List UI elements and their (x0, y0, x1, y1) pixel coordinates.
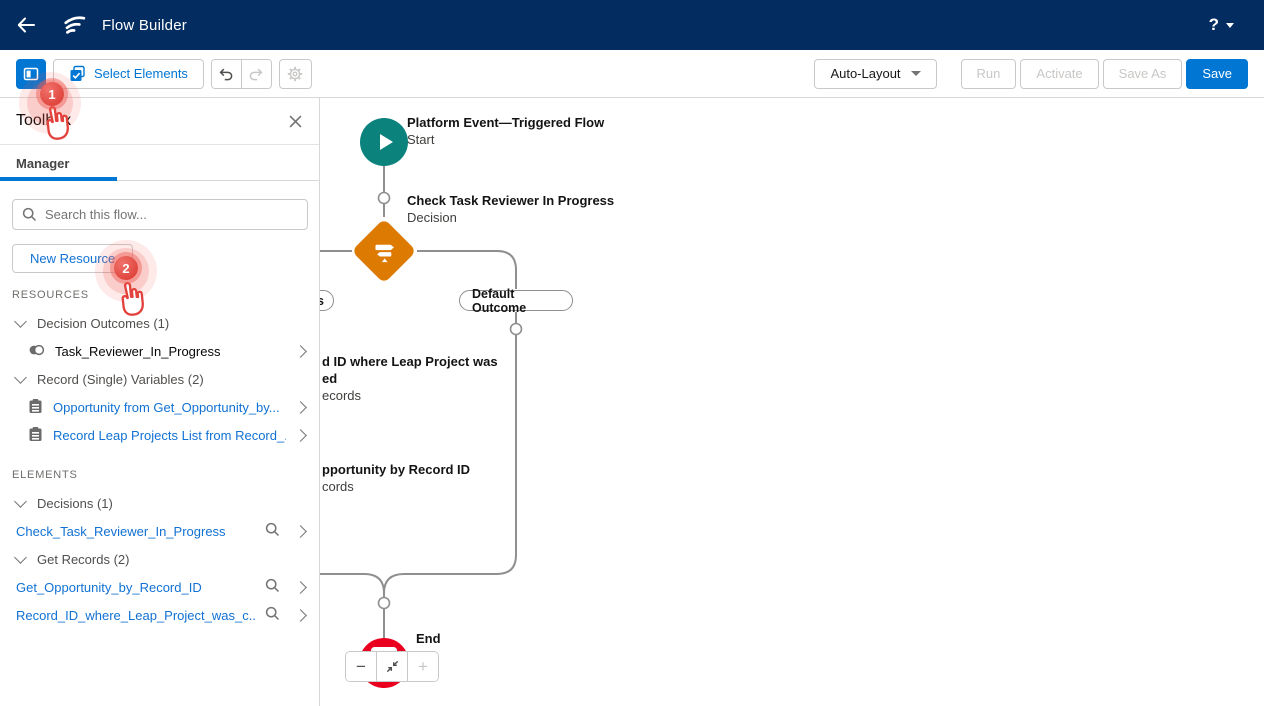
toolbox-header: Toolbox (0, 98, 319, 145)
group-get-records[interactable]: Get Records (2) (0, 545, 319, 573)
panel-icon (23, 66, 39, 82)
search-wrap (12, 199, 307, 230)
flow-builder-logo-icon (62, 13, 87, 38)
select-elements-button[interactable]: Select Elements (53, 59, 204, 89)
elements-heading: ELEMENTS (12, 469, 319, 481)
save-button[interactable]: Save (1186, 59, 1248, 89)
undo-button[interactable] (212, 60, 241, 88)
get-records-node-label-1: d ID where Leap Project was ed ecords (322, 353, 502, 404)
new-resource-button[interactable]: New Resource (12, 244, 133, 273)
auto-layout-dropdown[interactable]: Auto-Layout (814, 59, 936, 89)
chevron-down-icon (911, 71, 921, 76)
element-check-task-reviewer[interactable]: Check_Task_Reviewer_In_Progress (0, 517, 319, 545)
save-as-button[interactable]: Save As (1103, 59, 1183, 89)
app-header: Flow Builder ? (0, 0, 1264, 50)
chevron-down-icon (14, 315, 27, 328)
undo-icon (218, 66, 234, 82)
toolbox-tabs: Manager (0, 145, 319, 181)
record-variable-icon (28, 426, 43, 445)
help-icon: ? (1209, 15, 1219, 35)
builder-toolbar: Select Elements (0, 50, 1264, 98)
multi-select-icon (69, 65, 86, 82)
chevron-right-icon[interactable] (294, 401, 307, 414)
activate-button[interactable]: Activate (1020, 59, 1098, 89)
start-title: Platform Event—Triggered Flow (407, 114, 604, 131)
element-get-opportunity[interactable]: Get_Opportunity_by_Record_ID (0, 573, 319, 601)
redo-icon (248, 66, 264, 82)
start-node[interactable] (360, 118, 408, 166)
decision-title: Check Task Reviewer In Progress (407, 192, 614, 209)
element-record-id-where-leap-project[interactable]: Record_ID_where_Leap_Project_was_c... (0, 601, 319, 629)
search-icon[interactable] (265, 522, 280, 540)
toolbox-panel: Toolbox Manager New Resource RESOURCES D… (0, 98, 320, 706)
play-icon (372, 130, 396, 154)
resource-task-reviewer-in-progress[interactable]: Task_Reviewer_In_Progress (0, 337, 319, 365)
zoom-controls: − + (345, 651, 439, 682)
chevron-right-icon[interactable] (294, 609, 307, 622)
zoom-in-button[interactable]: + (407, 652, 438, 681)
end-node-label: End (416, 630, 441, 647)
gear-icon (287, 66, 303, 82)
zoom-fit-button[interactable] (376, 652, 407, 681)
toggle-toolbox-button[interactable] (16, 59, 46, 89)
search-icon[interactable] (265, 578, 280, 596)
decision-signpost-icon (372, 239, 397, 264)
help-menu[interactable]: ? (1209, 15, 1234, 35)
resource-record-leap-projects-variable[interactable]: Record Leap Projects List from Record_..… (0, 421, 319, 449)
redo-button[interactable] (241, 60, 271, 88)
resources-heading: RESOURCES (12, 289, 319, 301)
group-record-single-variables[interactable]: Record (Single) Variables (2) (0, 365, 319, 393)
chevron-down-icon (1226, 23, 1234, 28)
search-icon (22, 207, 37, 227)
get-records-node-label-2: pportunity by Record ID cords (322, 461, 522, 495)
resource-opportunity-variable[interactable]: Opportunity from Get_Opportunity_by... (0, 393, 319, 421)
zoom-out-button[interactable]: − (346, 652, 376, 681)
decision-node-label: Check Task Reviewer In Progress Decision (407, 192, 614, 226)
chevron-right-icon[interactable] (294, 429, 307, 442)
search-input[interactable] (12, 199, 308, 230)
outcome-icon (28, 342, 45, 361)
start-node-label: Platform Event—Triggered Flow Start (407, 114, 604, 148)
chevron-right-icon[interactable] (294, 581, 307, 594)
chevron-right-icon[interactable] (294, 525, 307, 538)
tab-manager[interactable]: Manager (0, 156, 85, 180)
start-subtitle: Start (407, 132, 434, 147)
default-outcome-pill[interactable]: Default Outcome (459, 290, 573, 311)
run-button[interactable]: Run (961, 59, 1017, 89)
fit-view-icon (385, 659, 400, 674)
chevron-down-icon (14, 551, 27, 564)
back-button[interactable] (0, 0, 52, 50)
group-decisions[interactable]: Decisions (1) (0, 489, 319, 517)
group-decision-outcomes[interactable]: Decision Outcomes (1) (0, 309, 319, 337)
back-arrow-icon (15, 14, 37, 36)
chevron-down-icon (14, 371, 27, 384)
record-variable-icon (28, 398, 43, 417)
flow-settings-button[interactable] (279, 59, 312, 89)
decision-subtitle: Decision (407, 210, 457, 225)
search-icon[interactable] (265, 606, 280, 624)
app-title: Flow Builder (102, 17, 187, 34)
toolbox-title: Toolbox (16, 112, 285, 130)
chevron-right-icon[interactable] (294, 345, 307, 358)
undo-redo-group (211, 59, 272, 89)
close-icon[interactable] (285, 111, 305, 131)
chevron-down-icon (14, 495, 27, 508)
